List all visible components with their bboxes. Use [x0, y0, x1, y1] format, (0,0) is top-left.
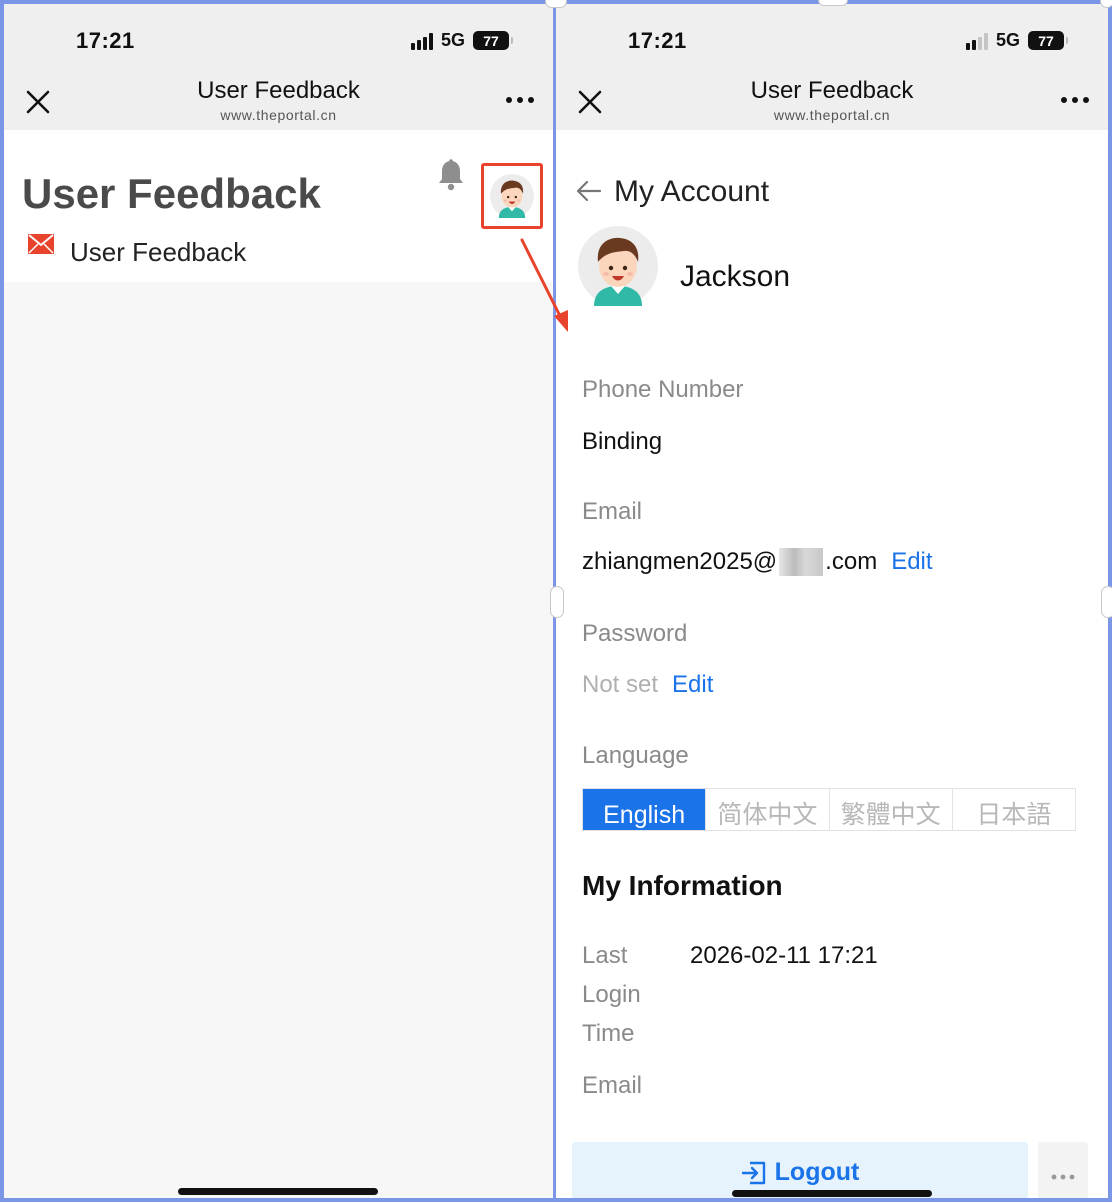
phone-binding-link[interactable]: Binding: [582, 428, 662, 456]
left-page-header: User Feedback User Feedback: [4, 130, 553, 282]
last-login-time-value: 2026-02-11 17:21: [690, 942, 878, 969]
nav-bar: User Feedback www.theportal.cn: [556, 72, 1108, 130]
password-value: Not set: [582, 671, 659, 698]
account-page-body: My Account Jackson Phone Number Binding …: [556, 130, 1108, 1198]
email-value-suffix: .com: [825, 548, 878, 575]
home-indicator[interactable]: [178, 1188, 378, 1195]
status-time: 17:21: [76, 28, 135, 53]
screenshot-composite: 17:21 5G 77 User Feedback www.theportal.…: [0, 0, 1112, 1202]
language-option-simplified-chinese[interactable]: 简体中文: [705, 789, 828, 830]
last-login-time-label: Last Login Time: [582, 942, 641, 1047]
avatar: [490, 174, 534, 218]
password-edit-link[interactable]: Edit: [672, 671, 713, 699]
info-email-label: Email: [582, 1072, 643, 1099]
nav-title: User Feedback: [197, 77, 360, 104]
password-label: Password: [582, 620, 688, 647]
more-options-icon[interactable]: [505, 96, 535, 104]
email-value-row: zhiangmen2025@ .com Edit: [582, 548, 933, 576]
user-name: Jackson: [680, 260, 791, 293]
transition-arrow-icon: [520, 238, 568, 332]
battery-level: 77: [483, 32, 499, 49]
home-indicator[interactable]: [732, 1190, 932, 1197]
resize-handle-right[interactable]: [1101, 586, 1112, 618]
avatar-button[interactable]: [481, 163, 543, 229]
nav-url: www.theportal.cn: [773, 107, 891, 123]
language-option-japanese[interactable]: 日本語: [951, 789, 1075, 830]
language-option-english[interactable]: English: [583, 789, 706, 830]
language-label: Language: [582, 742, 689, 769]
status-bar: 17:21 5G 77: [556, 4, 1108, 72]
ellipsis-icon: [1051, 1174, 1075, 1180]
mail-icon: [28, 234, 54, 254]
signal-icon: [965, 32, 988, 50]
more-actions-button[interactable]: [1038, 1142, 1088, 1198]
network-type: 5G: [440, 30, 465, 50]
nav-bar: User Feedback www.theportal.cn: [4, 72, 553, 130]
redacted-email-domain: [779, 548, 824, 576]
phone-screen-my-account: 17:21 5G 77 User Feedback www.theportal.…: [553, 0, 1112, 1202]
left-page-body: User Feedback User Feedback: [4, 130, 553, 1198]
battery-icon: 77: [473, 31, 513, 50]
language-selector: English 简体中文 繁體中文 日本語: [582, 788, 1076, 831]
email-edit-link[interactable]: Edit: [891, 548, 932, 576]
resize-handle-left[interactable]: [550, 586, 564, 618]
network-type: 5G: [995, 30, 1020, 50]
nav-title: User Feedback: [750, 77, 914, 104]
logout-label: Logout: [774, 1158, 860, 1186]
notification-bell-icon[interactable]: [436, 158, 466, 192]
my-information-title: My Information: [582, 870, 783, 901]
status-bar: 17:21 5G 77: [4, 4, 553, 72]
resize-handle-top[interactable]: [545, 0, 567, 8]
logout-icon: [741, 1161, 765, 1185]
page-title: My Account: [614, 175, 770, 208]
language-option-traditional-chinese[interactable]: 繁體中文: [828, 789, 952, 830]
status-indicators: 5G 77: [410, 30, 513, 51]
status-indicators: 5G 77: [965, 30, 1068, 51]
status-time: 17:21: [628, 28, 687, 53]
password-value-row: Not set Edit: [582, 671, 713, 699]
avatar[interactable]: [578, 226, 658, 306]
phone-number-label: Phone Number: [582, 376, 744, 403]
phone-screen-user-feedback: 17:21 5G 77 User Feedback www.theportal.…: [0, 0, 556, 1202]
battery-level: 77: [1038, 32, 1054, 49]
email-value-prefix: zhiangmen2025@: [582, 548, 778, 575]
more-options-icon[interactable]: [1060, 96, 1090, 104]
close-icon[interactable]: [22, 86, 54, 118]
menu-item-user-feedback[interactable]: User Feedback: [70, 237, 246, 268]
page-title: User Feedback: [22, 170, 321, 217]
nav-url: www.theportal.cn: [220, 107, 337, 123]
battery-icon: 77: [1028, 31, 1068, 50]
signal-icon: [410, 32, 433, 50]
back-arrow-icon[interactable]: [576, 178, 602, 204]
nav-title-block: User Feedback www.theportal.cn: [636, 76, 1028, 124]
resize-handle-top-right[interactable]: [818, 0, 848, 6]
close-icon[interactable]: [574, 86, 606, 118]
nav-title-block: User Feedback www.theportal.cn: [84, 76, 473, 124]
email-label: Email: [582, 498, 643, 525]
